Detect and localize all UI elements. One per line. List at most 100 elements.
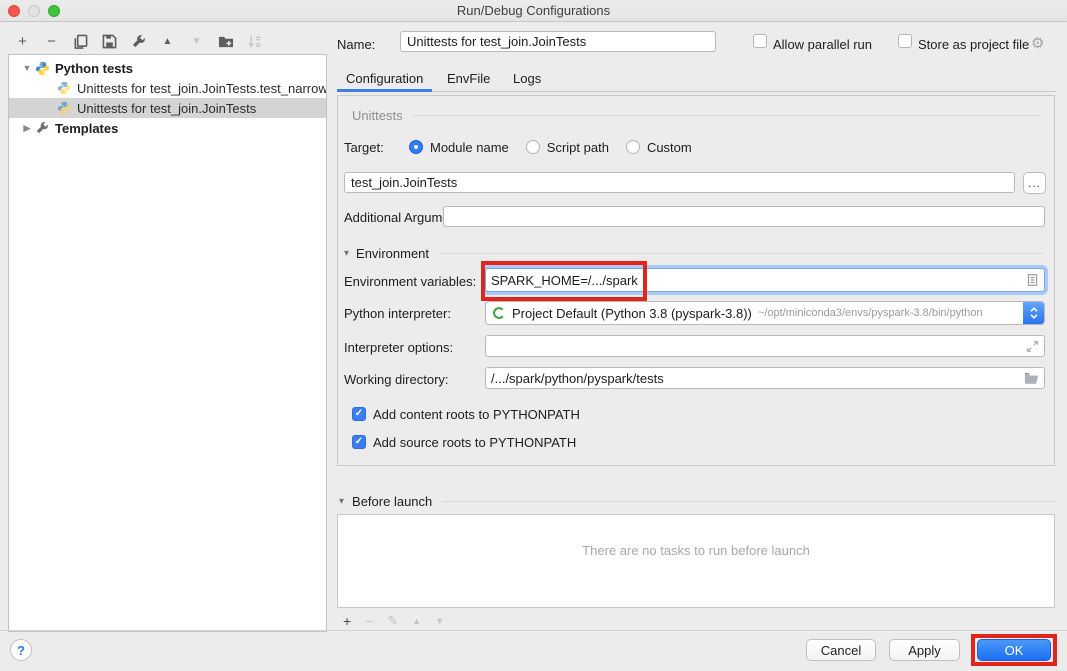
python-icon [57,101,72,116]
section-separator-line [439,253,1043,254]
wrench-icon [35,121,50,136]
new-folder-icon[interactable] [217,33,234,50]
before-launch-toolbar: + − ✎ ▲ ▼ [343,612,444,630]
check-icon: ✓ [355,437,363,447]
gear-icon[interactable]: ⚙ [1031,34,1044,52]
environment-variables-label: Environment variables: [344,274,476,289]
working-directory-input[interactable]: /.../spark/python/pyspark/tests [485,367,1045,389]
apply-button[interactable]: Apply [889,639,960,661]
allow-parallel-run-label: Allow parallel run [773,37,872,52]
target-label: Target: [344,140,402,155]
interpreter-options-label: Interpreter options: [344,340,453,355]
allow-parallel-run-checkbox[interactable] [753,34,767,48]
unittests-section-header: Unittests [352,108,1040,123]
run-debug-configurations-dialog: Run/Debug Configurations + − ▲ ▼ ▼ Pyth [0,0,1067,671]
radio-custom[interactable] [626,140,640,154]
chevron-right-icon[interactable]: ▶ [19,123,35,134]
radio-label: Script path [547,140,609,155]
before-launch-section-header[interactable]: ▾ Before launch [339,494,1056,509]
tab-envfile[interactable]: EnvFile [447,71,490,86]
add-task-icon[interactable]: + [343,614,351,628]
add-configuration-icon[interactable]: + [14,33,31,50]
move-down-icon[interactable]: ▼ [188,33,205,50]
add-content-roots-checkbox[interactable]: ✓ [352,407,366,421]
folder-icon[interactable] [1024,372,1039,385]
ok-button[interactable]: OK [977,639,1051,661]
before-launch-task-list[interactable]: There are no tasks to run before launch [337,514,1055,608]
target-option-custom[interactable]: Custom [619,140,692,155]
before-launch-label: Before launch [352,494,432,509]
add-content-roots-label: Add content roots to PYTHONPATH [373,407,580,422]
edit-task-icon[interactable]: ✎ [387,615,398,628]
conda-icon [492,306,506,320]
configurations-toolbar: + − ▲ ▼ [14,31,263,51]
python-interpreter-label: Python interpreter: [344,306,451,321]
tab-logs[interactable]: Logs [513,71,541,86]
expand-icon[interactable] [1026,340,1039,353]
tree-item-label: Unittests for test_join.JoinTests.test_n… [77,81,326,96]
edit-variables-icon[interactable] [1026,273,1039,287]
python-icon [57,81,72,96]
python-interpreter-path: ~/opt/miniconda3/envs/pyspark-3.8/bin/py… [758,307,983,319]
chevron-down-icon[interactable]: ▾ [339,496,344,507]
remove-configuration-icon[interactable]: − [43,33,60,50]
chevron-up-down-icon[interactable] [1023,302,1044,324]
tab-configuration[interactable]: Configuration [346,71,423,86]
tree-item-label: Python tests [55,61,133,76]
copy-configuration-icon[interactable] [72,33,89,50]
move-task-up-icon[interactable]: ▲ [412,617,421,626]
unittests-section-label: Unittests [352,108,403,123]
chevron-down-icon[interactable]: ▼ [19,63,35,73]
radio-label: Custom [647,140,692,155]
sort-configurations-icon[interactable] [246,33,263,50]
environment-variables-input[interactable]: SPARK_HOME=/.../spark [485,268,1045,292]
check-icon: ✓ [355,409,363,419]
cancel-button[interactable]: Cancel [806,639,876,661]
tree-item-python-tests[interactable]: ▼ Python tests [9,58,326,78]
section-separator-line [413,115,1040,116]
python-interpreter-select[interactable]: Project Default (Python 3.8 (pyspark-3.8… [485,301,1045,325]
target-option-script-path[interactable]: Script path [519,140,609,155]
working-directory-label: Working directory: [344,372,449,387]
store-as-project-file-checkbox[interactable] [898,34,912,48]
tab-separator-line [337,91,1056,92]
move-task-down-icon[interactable]: ▼ [435,617,444,626]
store-as-project-file-label: Store as project file [918,37,1029,52]
tree-item-unittests-jointests[interactable]: Unittests for test_join.JoinTests [9,98,326,118]
working-directory-value: /.../spark/python/pyspark/tests [491,371,664,386]
add-source-roots-checkbox[interactable]: ✓ [352,435,366,449]
help-button[interactable]: ? [10,639,32,661]
tree-item-templates[interactable]: ▶ Templates [9,118,326,138]
move-up-icon[interactable]: ▲ [159,33,176,50]
python-icon [35,61,50,76]
name-input[interactable] [400,31,716,52]
window-title: Run/Debug Configurations [0,3,1067,18]
footer-divider [0,630,1067,631]
radio-script-path[interactable] [526,140,540,154]
module-name-input[interactable] [344,172,1015,193]
unittests-groupbox: Unittests Target: Module name Script pat… [337,95,1055,466]
empty-task-list-message: There are no tasks to run before launch [582,543,810,558]
title-bar: Run/Debug Configurations [0,0,1067,22]
tree-item-label: Templates [55,121,118,136]
add-source-roots-label: Add source roots to PYTHONPATH [373,435,576,450]
radio-module-name[interactable] [409,140,423,154]
python-interpreter-value: Project Default (Python 3.8 (pyspark-3.8… [512,306,752,321]
name-label: Name: [337,37,375,52]
radio-label: Module name [430,140,509,155]
remove-task-icon[interactable]: − [365,614,373,628]
browse-button[interactable]: ... [1023,172,1046,194]
interpreter-options-input[interactable] [485,335,1045,357]
save-configuration-icon[interactable] [101,33,118,50]
edit-templates-icon[interactable] [130,33,147,50]
chevron-down-icon[interactable]: ▾ [344,248,349,259]
target-row: Target: Module name Script path Custom [344,138,702,156]
active-tab-underline [337,89,432,92]
help-icon: ? [17,643,25,658]
tree-item-unittests-test-narrow[interactable]: Unittests for test_join.JoinTests.test_n… [9,78,326,98]
environment-section-header[interactable]: ▾ Environment [344,246,1043,261]
environment-section-label: Environment [356,246,429,261]
additional-arguments-input[interactable] [443,206,1045,227]
target-option-module-name[interactable]: Module name [402,140,509,155]
configurations-tree: ▼ Python tests Unittests for test_join.J… [8,54,327,632]
